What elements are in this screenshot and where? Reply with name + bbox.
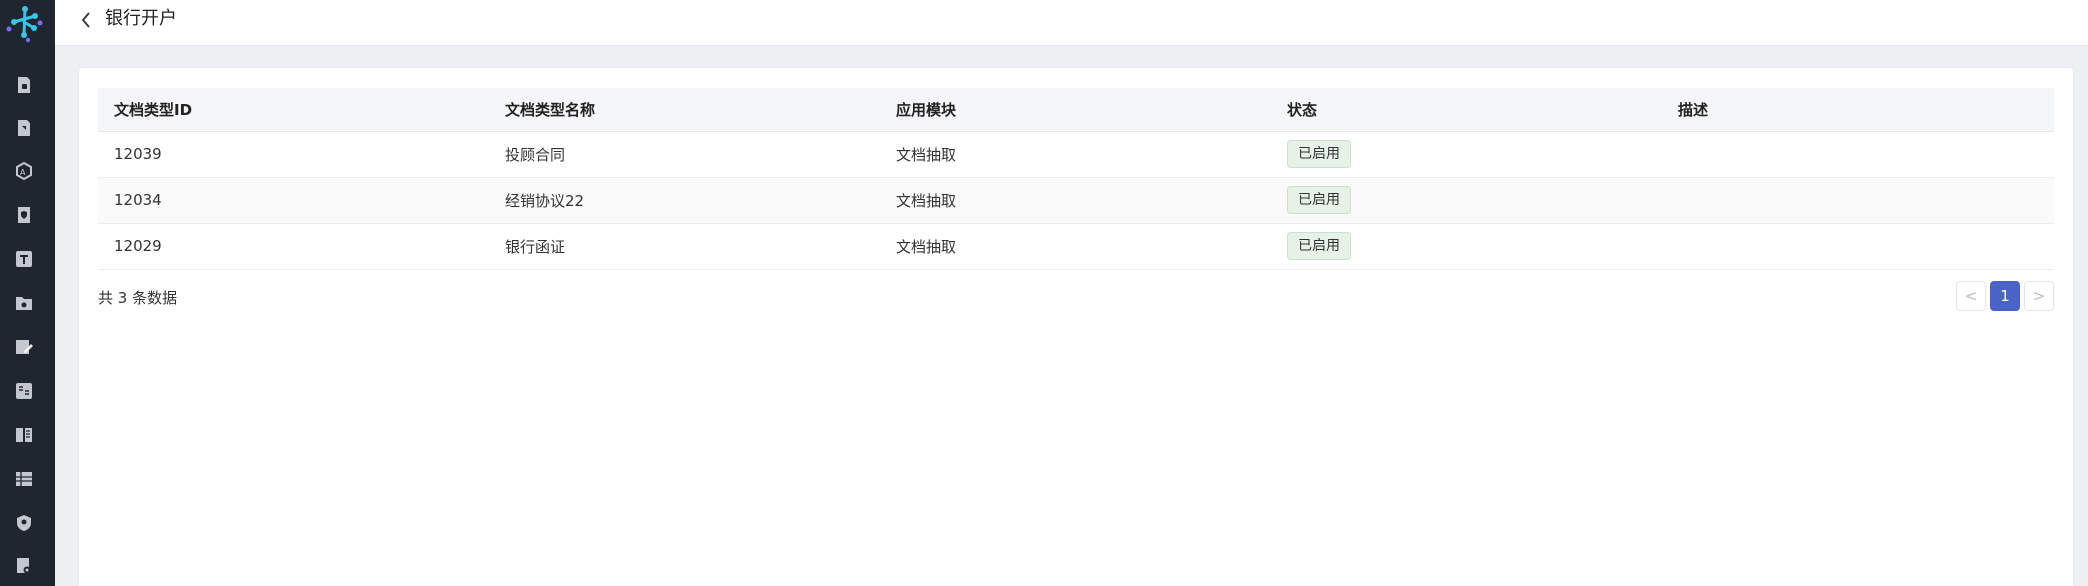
column-header-id[interactable]: 文档类型ID: [98, 88, 489, 132]
compare-text-icon[interactable]: [14, 381, 34, 401]
status-badge: 已启用: [1287, 186, 1351, 214]
page-button-current[interactable]: 1: [1990, 281, 2020, 311]
cell-id: 12034: [98, 177, 489, 224]
table-row[interactable]: 12034 经销协议22 文档抽取 已启用: [98, 177, 2054, 224]
svg-text:A: A: [20, 168, 26, 177]
content-card: 文档类型ID 文档类型名称 应用模块 状态 描述 12039 投顾合同 文档抽取…: [78, 67, 2074, 586]
cell-module: 文档抽取: [880, 131, 1271, 178]
cell-id: 12039: [98, 131, 489, 178]
column-header-module[interactable]: 应用模块: [880, 88, 1271, 132]
document-type-table: 文档类型ID 文档类型名称 应用模块 状态 描述 12039 投顾合同 文档抽取…: [98, 88, 2054, 270]
folder-search-icon[interactable]: [14, 293, 34, 313]
column-header-description[interactable]: 描述: [1662, 88, 2054, 132]
edit-form-icon[interactable]: [14, 337, 34, 357]
cell-name: 投顾合同: [489, 131, 880, 178]
table-grid-icon[interactable]: [14, 469, 34, 489]
cell-status: 已启用: [1271, 131, 1662, 178]
cell-description: [1662, 223, 2054, 270]
next-page-button[interactable]: >: [2024, 281, 2054, 311]
doc-tag-icon[interactable]: [14, 118, 34, 138]
total-count: 共 3 条数据: [98, 289, 178, 307]
doc-lock-icon[interactable]: [14, 75, 34, 95]
cell-module: 文档抽取: [880, 177, 1271, 224]
cell-name: 银行函证: [489, 223, 880, 270]
back-button[interactable]: [75, 9, 97, 31]
doc-shield-icon[interactable]: [14, 205, 34, 225]
table-header-row: 文档类型ID 文档类型名称 应用模块 状态 描述: [98, 88, 2054, 132]
sidebar: A: [0, 0, 55, 586]
app-logo[interactable]: [4, 2, 46, 44]
table-row[interactable]: 12029 银行函证 文档抽取 已启用: [98, 223, 2054, 270]
shield-badge-icon[interactable]: [14, 513, 34, 533]
cell-status: 已启用: [1271, 177, 1662, 224]
status-badge: 已启用: [1287, 232, 1351, 260]
cell-id: 12029: [98, 223, 489, 270]
chevron-left-icon: [81, 12, 90, 28]
page-header: 银行开户: [55, 0, 2088, 46]
cell-description: [1662, 177, 2054, 224]
page-title: 银行开户: [105, 8, 177, 29]
cell-status: 已启用: [1271, 223, 1662, 270]
pagination: < 1 >: [1956, 281, 2054, 311]
cell-description: [1662, 131, 2054, 178]
prev-page-button[interactable]: <: [1956, 281, 1986, 311]
book-icon[interactable]: [14, 425, 34, 445]
doc-settings-icon[interactable]: [14, 556, 34, 576]
status-badge: 已启用: [1287, 140, 1351, 168]
cell-module: 文档抽取: [880, 223, 1271, 270]
cell-name: 经销协议22: [489, 177, 880, 224]
table-row[interactable]: 12039 投顾合同 文档抽取 已启用: [98, 131, 2054, 178]
column-header-status[interactable]: 状态: [1271, 88, 1662, 132]
text-t-icon[interactable]: [14, 249, 34, 269]
hexagon-text-icon[interactable]: A: [14, 161, 34, 181]
column-header-name[interactable]: 文档类型名称: [489, 88, 880, 132]
